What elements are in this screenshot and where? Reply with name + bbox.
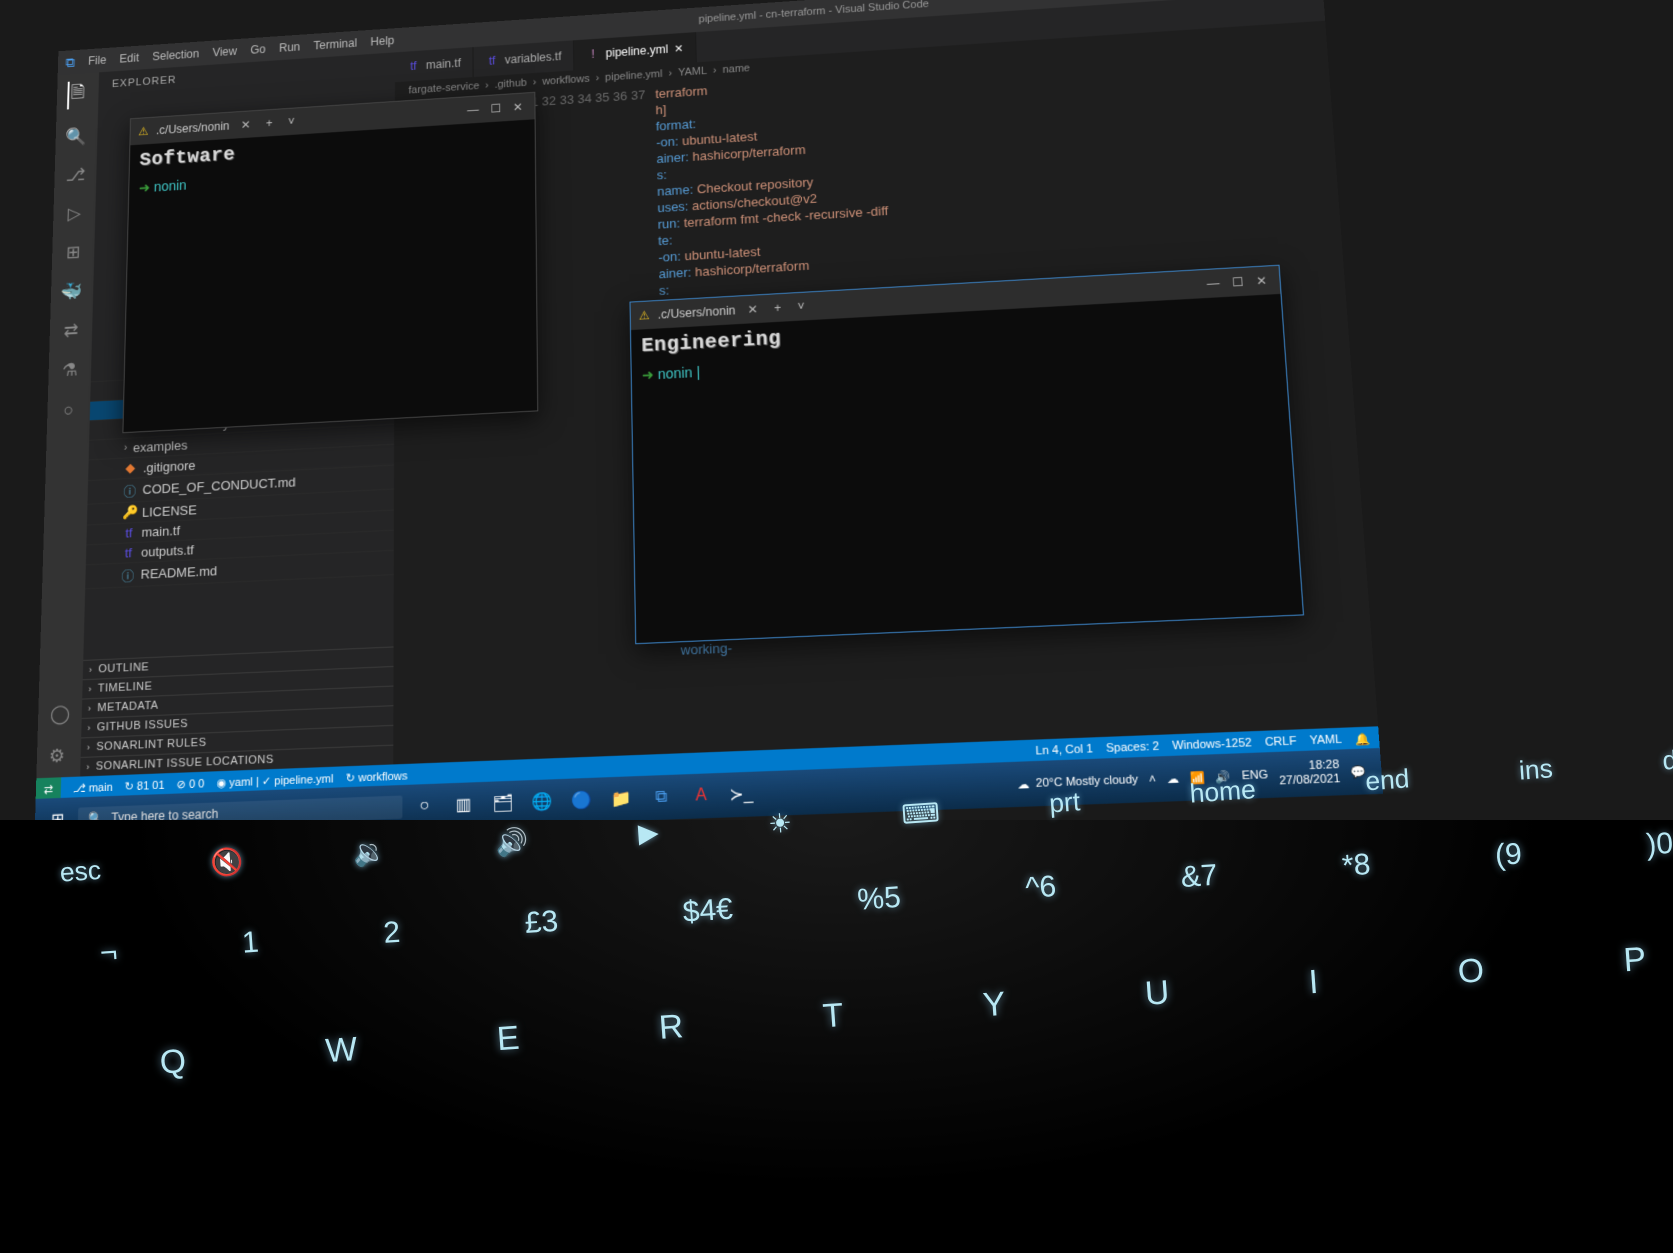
activity-extensions-icon[interactable]: ⊞ (66, 242, 81, 263)
activity-git-icon[interactable]: ⎇ (65, 165, 85, 186)
new-tab-icon[interactable]: + (262, 116, 277, 130)
new-tab-icon[interactable]: + (770, 301, 786, 316)
window-minimize-icon[interactable]: ― (463, 103, 483, 117)
prompt-icon: ➜ (642, 366, 658, 383)
activity-explorer-icon[interactable]: 🗎 (67, 81, 85, 110)
yml-icon: ! (586, 47, 600, 61)
activity-account-icon[interactable]: ◯ (50, 703, 71, 725)
tab-close-icon[interactable]: ✕ (237, 118, 255, 132)
activity-debug-icon[interactable]: ▷ (67, 204, 81, 225)
tf-icon: tf (121, 545, 135, 561)
terminal-title: .c/Users/nonin (658, 304, 736, 322)
dropdown-icon[interactable]: ˅ (793, 299, 809, 314)
taskview-icon[interactable]: ▥ (446, 787, 481, 822)
chrome-icon[interactable]: 🌐 (525, 784, 561, 819)
edge-icon[interactable]: 🔵 (564, 783, 600, 818)
menu-file[interactable]: File (88, 53, 107, 67)
terminal-body[interactable]: Engineering ➜ nonin | (631, 294, 1303, 643)
md-icon: ⓘ (123, 481, 137, 500)
window-maximize-icon[interactable]: ☐ (487, 101, 505, 115)
menu-terminal[interactable]: Terminal (313, 36, 357, 52)
status-encoding[interactable]: Windows-1252 (1172, 737, 1252, 753)
terminal-icon: ⚠ (138, 125, 149, 139)
cortana-icon[interactable]: ○ (407, 789, 442, 824)
window-close-icon[interactable]: ✕ (1251, 273, 1271, 288)
vscode-logo-icon: ⧉ (65, 54, 75, 70)
explorer-icon[interactable]: 🗂 (485, 786, 520, 821)
activity-remote-icon[interactable]: ⇄ (63, 320, 78, 341)
menu-view[interactable]: View (212, 45, 237, 60)
menu-selection[interactable]: Selection (152, 47, 199, 63)
tab-close-icon[interactable]: ✕ (743, 302, 762, 317)
menu-run[interactable]: Run (279, 40, 300, 54)
terminal-software[interactable]: ⚠ .c/Users/nonin ✕ + ˅ ― ☐ ✕ Software ➜ … (122, 92, 538, 433)
activity-test-icon[interactable]: ⚗ (62, 360, 78, 381)
license-icon: 🔑 (122, 504, 136, 521)
activity-docker-icon[interactable]: 🐳 (61, 281, 83, 302)
terminal-title: .c/Users/nonin (156, 119, 230, 137)
tab-close-icon[interactable]: ✕ (674, 42, 683, 55)
prompt-text: nonin | (658, 364, 701, 382)
status-workflows[interactable]: ↻ workflows (346, 769, 408, 785)
md-icon: ⓘ (121, 565, 135, 585)
activity-settings-icon[interactable]: ⚙ (48, 745, 69, 767)
tf-icon: tf (407, 59, 421, 73)
status-ln[interactable]: Ln 4, Col 1 (1035, 743, 1093, 758)
terminal-body[interactable]: Software ➜ nonin (123, 119, 537, 432)
prompt-icon: ➜ (139, 179, 154, 195)
status-spaces[interactable]: Spaces: 2 (1106, 740, 1160, 755)
status-problems[interactable]: ⊘ 0 0 (177, 776, 205, 791)
status-branch[interactable]: ⎇ main (73, 780, 113, 795)
status-yaml[interactable]: ◉ yaml | ✓ pipeline.yml (216, 771, 333, 789)
acrobat-icon[interactable]: A (683, 778, 720, 813)
git-icon: ◆ (123, 460, 137, 476)
status-lang[interactable]: YAML (1309, 733, 1342, 747)
terminal-icon[interactable]: ≻_ (723, 777, 760, 812)
terminal-engineering[interactable]: ⚠ .c/Users/nonin ✕ + ˅ ― ☐ ✕ Engineering… (629, 265, 1304, 645)
vscode-icon[interactable]: ⧉ (643, 780, 679, 815)
folder-icon[interactable]: 📁 (603, 781, 639, 816)
window-maximize-icon[interactable]: ☐ (1227, 275, 1248, 290)
menu-help[interactable]: Help (370, 34, 394, 49)
laptop-keyboard: esc🔇🔉🔊▶☀⌨prthomeendinsdel ¬12£3$4€%5^6&7… (0, 820, 1673, 1253)
terminal-icon: ⚠ (639, 308, 650, 322)
status-bell-icon[interactable]: 🔔 (1355, 732, 1371, 747)
activity-search-icon[interactable]: 🔍 (66, 127, 88, 148)
tf-icon: tf (485, 54, 499, 68)
menu-edit[interactable]: Edit (119, 51, 139, 65)
status-sync[interactable]: ↻ 81 01 (124, 778, 164, 793)
dropdown-icon[interactable]: ˅ (284, 115, 299, 129)
prompt-text: nonin (154, 177, 187, 194)
menu-go[interactable]: Go (250, 43, 265, 57)
tf-icon: tf (122, 525, 136, 541)
activity-github-icon[interactable]: ○ (63, 400, 74, 421)
window-close-icon[interactable]: ✕ (509, 100, 527, 114)
window-minimize-icon[interactable]: ― (1202, 276, 1224, 291)
status-eol[interactable]: CRLF (1264, 735, 1296, 749)
